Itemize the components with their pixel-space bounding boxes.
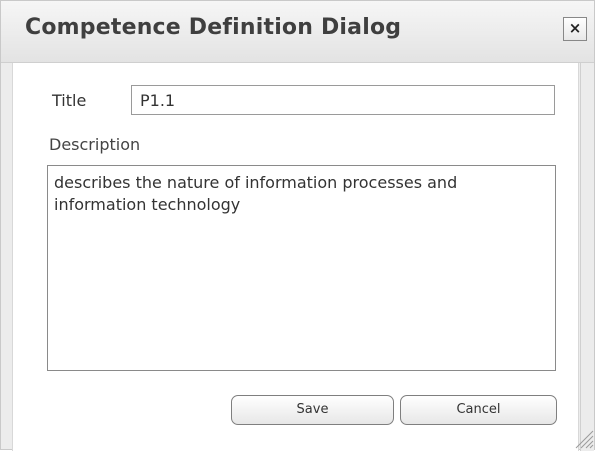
- title-label: Title: [52, 91, 87, 110]
- description-textarea[interactable]: describes the nature of information proc…: [47, 165, 556, 371]
- resize-grip-icon[interactable]: [568, 423, 594, 449]
- competence-definition-dialog: Competence Definition Dialog × Title Des…: [0, 0, 595, 451]
- save-button[interactable]: Save: [231, 395, 394, 425]
- dialog-right-edge: [580, 63, 594, 451]
- description-label: Description: [49, 135, 141, 154]
- title-input[interactable]: [131, 85, 555, 115]
- dialog-titlebar[interactable]: Competence Definition Dialog ×: [1, 1, 594, 63]
- cancel-button[interactable]: Cancel: [400, 395, 557, 425]
- close-button[interactable]: ×: [563, 17, 587, 41]
- close-icon: ×: [568, 19, 582, 37]
- dialog-title: Competence Definition Dialog: [25, 15, 402, 40]
